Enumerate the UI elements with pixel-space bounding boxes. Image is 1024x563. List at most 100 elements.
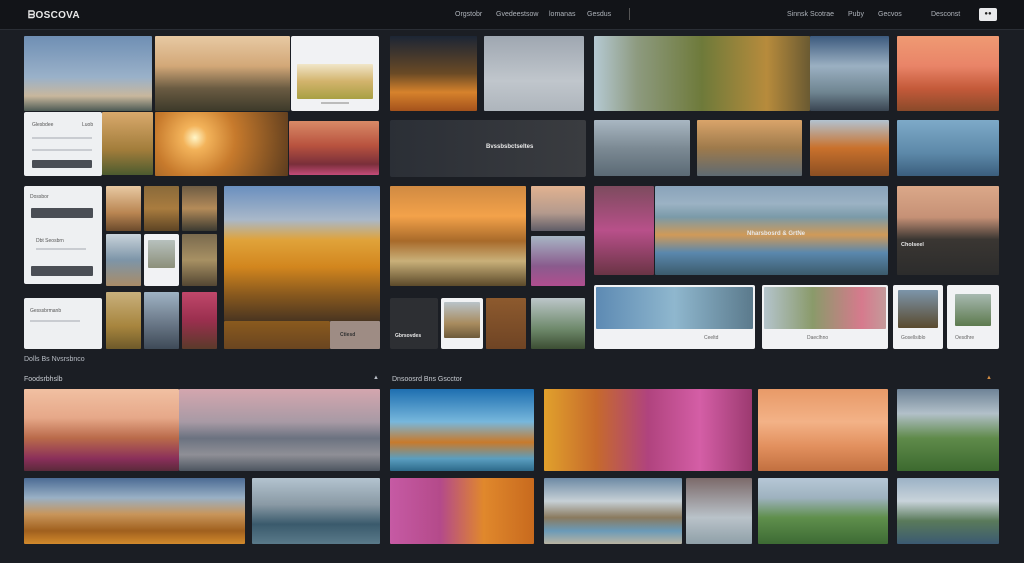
photo-card[interactable]: Daeclhno [762, 285, 888, 349]
top-bar: ᗷOSCOVA Orgstobr Gvedeestsow lomanas Ges… [0, 0, 1024, 30]
input-field[interactable] [32, 149, 92, 151]
photo-tile[interactable] [224, 321, 330, 349]
nav-right-item-4[interactable]: Desconst [931, 11, 960, 18]
photo-tile[interactable] [155, 36, 290, 111]
profile-button[interactable]: ●● [979, 8, 997, 21]
photo-tile[interactable] [252, 478, 380, 544]
photo-tile[interactable]: Cholseel [897, 186, 999, 275]
photo-tile [955, 294, 991, 326]
photo-tile[interactable] [24, 36, 152, 111]
photo-tile[interactable] [24, 389, 179, 471]
photo-tile[interactable] [810, 120, 889, 176]
overlay-caption: Ctiesd [340, 332, 356, 338]
caption-panel[interactable]: Gbrsovdes [390, 298, 438, 349]
photo-tile[interactable] [106, 234, 141, 286]
photo-tile[interactable] [24, 478, 245, 544]
nav-item-3[interactable]: lomanas [549, 11, 575, 18]
photo-tile[interactable] [544, 478, 682, 544]
photo-tile[interactable] [897, 36, 999, 111]
photo-tile[interactable] [758, 478, 888, 544]
banner-text: Bvssbsbctseltes [486, 144, 534, 150]
photo-tile[interactable] [531, 186, 585, 231]
photo-tile[interactable] [897, 478, 999, 544]
collapse-icon[interactable]: ▲ [373, 375, 379, 381]
overlay-text: Cholseel [901, 242, 924, 248]
nav-item-4[interactable]: Gesdus [587, 11, 611, 18]
photo-tile[interactable] [594, 186, 654, 275]
section-title-left: Foodsrbhslb [24, 376, 63, 383]
photo-tile[interactable] [531, 236, 585, 286]
photo-card[interactable] [144, 234, 179, 286]
filter-apply-button[interactable] [31, 266, 93, 276]
photo-tile[interactable]: Ctiesd [330, 321, 380, 349]
photo-card[interactable]: Gosellsiblo [893, 285, 943, 349]
filter-card-title: Dossbor [30, 194, 49, 200]
photo-card[interactable] [441, 298, 483, 349]
photo-tile [297, 64, 373, 99]
login-button[interactable] [32, 160, 92, 168]
photo-card[interactable]: Oesdhre [947, 285, 999, 349]
filter-slider[interactable] [36, 248, 86, 250]
photo-tile[interactable] [486, 298, 526, 349]
photo-tile[interactable] [897, 120, 999, 176]
photo-tile[interactable] [484, 36, 584, 111]
small-card-title: Gesssbrmanb [30, 308, 62, 314]
nav-right-item-2[interactable]: Puby [848, 11, 864, 18]
photo-tile[interactable] [758, 389, 888, 471]
photo-tile[interactable] [531, 298, 585, 349]
photo-tile[interactable] [179, 389, 380, 471]
nav-right-item-3[interactable]: Gecvos [878, 11, 902, 18]
nav-divider [629, 8, 630, 20]
collapse-icon[interactable]: ▲ [986, 375, 992, 381]
photo-tile[interactable] [144, 292, 179, 349]
photo-tile[interactable] [182, 292, 217, 349]
photo-tile[interactable] [390, 389, 534, 471]
photo-tile [898, 290, 938, 328]
nav-item-1[interactable]: Orgstobr [455, 11, 482, 18]
photo-tile[interactable]: Nharsbosrd & GrtNe [655, 186, 888, 275]
photo-tile [596, 287, 753, 329]
card-caption: Daeclhno [807, 335, 829, 341]
photo-tile[interactable] [810, 36, 889, 111]
photo-card[interactable]: Ceeltd [594, 285, 755, 349]
banner[interactable]: Bvssbsbctseltes [390, 120, 586, 177]
photo-tile[interactable] [544, 389, 752, 471]
photo-tile[interactable] [102, 112, 153, 175]
photo-tile[interactable] [686, 478, 752, 544]
photo-tile[interactable] [390, 478, 534, 544]
photo-tile[interactable] [390, 36, 477, 111]
photo-tile[interactable] [182, 186, 217, 231]
photo-tile[interactable] [182, 234, 217, 286]
photo-tile[interactable] [594, 36, 810, 111]
nav-right-item-1[interactable]: Sinnsk Scotrae [787, 11, 834, 18]
photo-tile[interactable] [224, 186, 380, 321]
nav-item-2[interactable]: Gvedeestsow [496, 11, 538, 18]
input-field[interactable] [32, 137, 92, 139]
photo-tile[interactable] [106, 292, 141, 349]
photo-card[interactable] [291, 36, 379, 111]
panel-caption: Gbrsovdes [395, 333, 422, 339]
photo-tile[interactable] [697, 120, 802, 176]
photo-tile[interactable] [106, 186, 141, 231]
photo-tile[interactable] [897, 389, 999, 471]
card-caption: Gosellsiblo [901, 335, 926, 341]
photo-tile[interactable] [594, 120, 690, 176]
filter-select[interactable] [31, 208, 93, 218]
login-card-title: Glesbdee [32, 122, 54, 128]
photo-tile [444, 302, 480, 338]
photo-tile[interactable] [289, 121, 379, 175]
photo-tile[interactable] [390, 186, 526, 286]
photo-tile[interactable] [155, 112, 288, 176]
card-caption: Ceeltd [704, 335, 719, 341]
card-caption-line [321, 102, 349, 104]
login-card: Glesbdee Luob [24, 112, 102, 176]
app-logo[interactable]: ᗷOSCOVA [28, 10, 80, 21]
small-card-line [30, 320, 80, 322]
photo-tile [764, 287, 886, 329]
section-subtitle: Dolls Bs Nvsrsbnco [24, 356, 85, 363]
filter-card: Dossbor Dbt Seosbrn [24, 186, 102, 284]
small-card: Gesssbrmanb [24, 298, 102, 349]
login-card-link[interactable]: Luob [82, 122, 93, 128]
photo-tile[interactable] [144, 186, 179, 231]
card-caption: Oesdhre [955, 335, 975, 341]
